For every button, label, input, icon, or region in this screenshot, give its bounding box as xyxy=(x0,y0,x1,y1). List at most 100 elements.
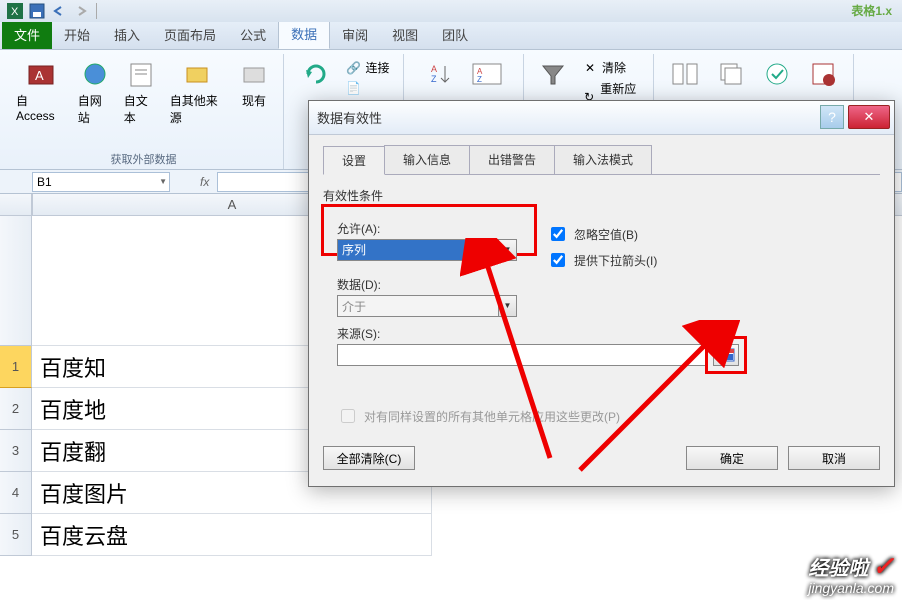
redo-icon[interactable] xyxy=(73,3,89,19)
row-header-3[interactable]: 3 xyxy=(0,430,32,472)
row-header-1[interactable]: 1 xyxy=(0,346,32,388)
from-other-button[interactable]: 自其他来源 xyxy=(166,56,229,128)
dialog-body: 设置 输入信息 出错警告 输入法模式 有效性条件 允许(A): 序列 ▼ 忽略空… xyxy=(309,135,894,486)
connections-button[interactable]: 🔗连接 xyxy=(343,58,391,77)
source-label: 来源(S): xyxy=(337,325,880,342)
fx-label[interactable]: fx xyxy=(200,175,209,189)
tab-team[interactable]: 团队 xyxy=(430,20,480,49)
tab-review[interactable]: 审阅 xyxy=(330,20,380,49)
properties-icon: 📄 xyxy=(345,80,361,96)
svg-text:Z: Z xyxy=(477,75,482,84)
range-picker-icon xyxy=(717,348,735,362)
from-text-label: 自文本 xyxy=(124,92,158,126)
web-icon xyxy=(79,58,111,90)
tab-insert[interactable]: 插入 xyxy=(102,20,152,49)
sort-icon: AZ xyxy=(471,58,503,90)
existing-conn-label: 现有 xyxy=(242,92,266,109)
undo-icon[interactable] xyxy=(51,3,67,19)
allow-label: 允许(A): xyxy=(337,220,517,237)
data-value: 介于 xyxy=(342,298,366,315)
from-web-button[interactable]: 自网站 xyxy=(74,56,116,128)
access-icon: A xyxy=(25,58,57,90)
in-cell-dropdown-checkbox[interactable]: 提供下拉箭头(I) xyxy=(547,250,657,270)
svg-text:X: X xyxy=(11,6,19,18)
from-other-label: 自其他来源 xyxy=(170,92,225,126)
sort-button[interactable]: AZ xyxy=(466,56,508,94)
sort-asc-icon: AZ xyxy=(425,58,457,90)
from-access-button[interactable]: A 自 Access xyxy=(12,56,70,128)
workbook-title: 表格1.x xyxy=(851,2,892,19)
dialog-tab-settings[interactable]: 设置 xyxy=(323,146,385,175)
allow-combobox[interactable]: 序列 ▼ xyxy=(337,239,517,261)
sort-asc-button[interactable]: AZ xyxy=(420,56,462,94)
dialog-tab-error[interactable]: 出错警告 xyxy=(469,145,555,174)
tab-formula[interactable]: 公式 xyxy=(228,20,278,49)
tab-file[interactable]: 文件 xyxy=(2,20,52,49)
row-header-5[interactable]: 5 xyxy=(0,514,32,556)
properties-button[interactable]: 📄 xyxy=(343,79,391,97)
dialog-help-button[interactable]: ? xyxy=(820,105,844,129)
allow-dropdown-icon[interactable]: ▼ xyxy=(498,240,516,260)
save-icon[interactable] xyxy=(29,3,45,19)
allow-value: 序列 xyxy=(342,241,366,258)
consolidate-button[interactable] xyxy=(802,56,844,94)
source-input[interactable] xyxy=(337,344,707,366)
from-web-label: 自网站 xyxy=(78,92,112,126)
consolidate-icon xyxy=(807,58,839,90)
name-box-dropdown-icon[interactable]: ▼ xyxy=(159,177,167,186)
quick-access-toolbar: X 表格1.x xyxy=(0,0,902,22)
data-label: 数据(D): xyxy=(337,276,880,293)
watermark-brand: 经验啦 xyxy=(808,558,868,580)
validation-icon xyxy=(761,58,793,90)
dialog-footer: 全部清除(C) 确定 取消 xyxy=(323,446,880,470)
clear-icon: ✕ xyxy=(582,60,598,76)
existing-conn-icon xyxy=(238,58,270,90)
validation-criteria-label: 有效性条件 xyxy=(323,187,880,204)
connections-icon: 🔗 xyxy=(345,60,361,76)
ignore-blank-checkbox[interactable]: 忽略空值(B) xyxy=(547,224,657,244)
refresh-all-button[interactable] xyxy=(295,56,337,97)
dialog-title-text: 数据有效性 xyxy=(317,108,382,127)
svg-text:A: A xyxy=(35,68,44,83)
existing-conn-button[interactable]: 现有 xyxy=(233,56,275,128)
from-access-label: 自 Access xyxy=(16,92,66,123)
row-header-2[interactable]: 2 xyxy=(0,388,32,430)
watermark: 经验啦 ✓ jingyanla.com xyxy=(808,552,894,596)
tab-layout[interactable]: 页面布局 xyxy=(152,20,228,49)
apply-all-checkbox[interactable]: 对有同样设置的所有其他单元格应用这些更改(P) xyxy=(337,406,880,426)
data-validation-dialog: 数据有效性 ? ✕ 设置 输入信息 出错警告 输入法模式 有效性条件 允许(A)… xyxy=(308,100,895,487)
watermark-check-icon: ✓ xyxy=(872,551,894,581)
data-validation-button[interactable] xyxy=(756,56,798,94)
watermark-url: jingyanla.com xyxy=(808,580,894,596)
tab-view[interactable]: 视图 xyxy=(380,20,430,49)
cancel-button[interactable]: 取消 xyxy=(788,446,880,470)
from-text-button[interactable]: 自文本 xyxy=(120,56,162,128)
text-icon xyxy=(125,58,157,90)
ribbon-tabs: 文件 开始 插入 页面布局 公式 数据 审阅 视图 团队 xyxy=(0,22,902,50)
dialog-titlebar[interactable]: 数据有效性 ? ✕ xyxy=(309,101,894,135)
svg-text:A: A xyxy=(431,64,437,74)
select-all-triangle[interactable] xyxy=(0,194,32,215)
row-header-4[interactable]: 4 xyxy=(0,472,32,514)
dialog-tab-input-msg[interactable]: 输入信息 xyxy=(384,145,470,174)
data-dropdown-icon: ▼ xyxy=(498,296,516,316)
tab-data[interactable]: 数据 xyxy=(278,18,330,49)
data-combobox: 介于 ▼ xyxy=(337,295,517,317)
ok-button[interactable]: 确定 xyxy=(686,446,778,470)
filter-icon xyxy=(537,58,569,90)
name-box[interactable]: B1 ▼ xyxy=(32,172,170,192)
clear-all-button[interactable]: 全部清除(C) xyxy=(323,446,415,470)
group-label-external: 获取外部数据 xyxy=(4,151,283,167)
dialog-tab-ime[interactable]: 输入法模式 xyxy=(554,145,652,174)
source-range-picker-button[interactable] xyxy=(713,344,739,366)
separator xyxy=(96,3,97,19)
cell-a5[interactable]: 百度云盘 xyxy=(32,514,432,556)
text-to-columns-button[interactable] xyxy=(664,56,706,94)
other-sources-icon xyxy=(181,58,213,90)
remove-dup-button[interactable] xyxy=(710,56,752,94)
tab-home[interactable]: 开始 xyxy=(52,20,102,49)
dialog-close-button[interactable]: ✕ xyxy=(848,105,890,129)
name-box-value: B1 xyxy=(37,175,52,189)
dialog-tabs: 设置 输入信息 出错警告 输入法模式 xyxy=(323,145,880,175)
clear-filter-button[interactable]: ✕清除 xyxy=(580,58,645,77)
